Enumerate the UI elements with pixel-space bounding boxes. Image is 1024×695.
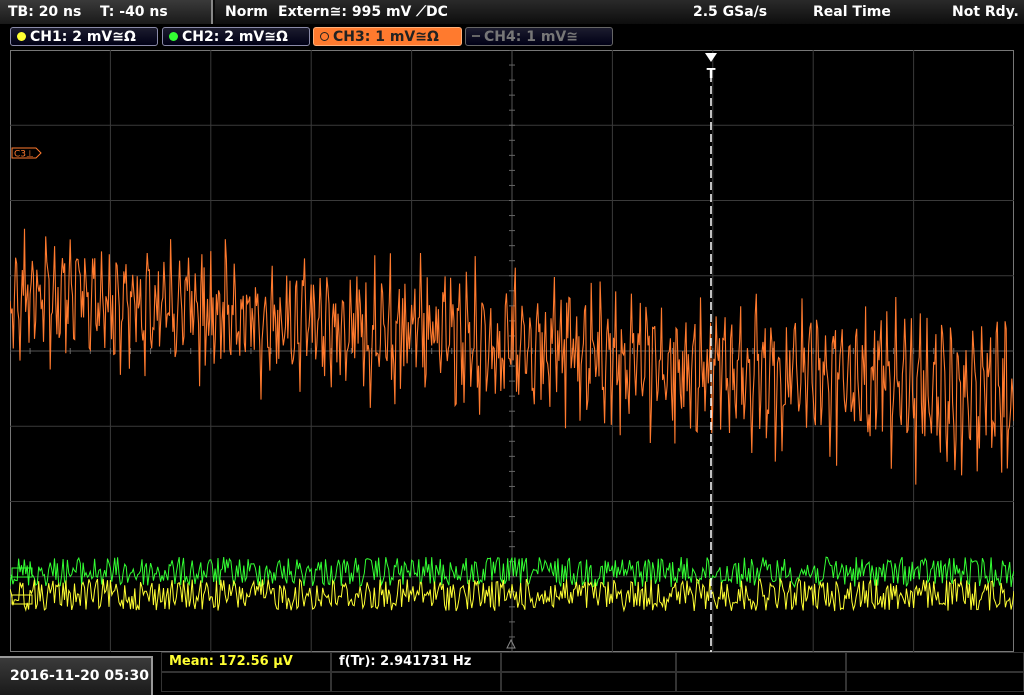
timebase-readout[interactable]: TB: 20 ns xyxy=(8,0,81,24)
status-bar: TB: 20 ns T: -40 ns Norm Extern≅: 995 mV… xyxy=(0,0,1024,24)
channel-2-button[interactable]: CH2: 2 mV≅Ω xyxy=(162,27,310,46)
trigger-mode[interactable]: Norm xyxy=(225,0,268,24)
mean-measurement[interactable]: Mean: 172.56 µV xyxy=(169,654,293,669)
measurement-cell xyxy=(501,672,676,692)
datetime-panel: 2016-11-20 05:30 xyxy=(0,656,153,695)
measurement-cell xyxy=(846,672,1024,692)
channel-4-label: CH4: 1 mV≅ xyxy=(484,29,578,45)
measurement-panel[interactable]: Mean: 172.56 µV f(Tr): 2.941731 Hz xyxy=(161,652,1024,695)
measurement-cell xyxy=(331,672,501,692)
measurement-cell xyxy=(676,672,846,692)
channel-bar: CH1: 2 mV≅Ω CH2: 2 mV≅Ω CH3: 1 mV≅Ω CH4:… xyxy=(0,24,1024,50)
sample-rate[interactable]: 2.5 GSa/s xyxy=(693,0,767,24)
trigger-time-readout[interactable]: T: -40 ns xyxy=(100,0,168,24)
measurement-cell xyxy=(846,652,1024,672)
trigger-source[interactable]: Extern≅: 995 mV ⟋DC xyxy=(278,0,448,24)
timebase-panel[interactable]: TB: 20 ns T: -40 ns xyxy=(0,0,213,24)
measurement-cell xyxy=(676,652,846,672)
waveform-display[interactable]: C3⊥ T xyxy=(10,50,1014,652)
bottom-bar: 2016-11-20 05:30 Mean: 172.56 µV f(Tr): … xyxy=(0,652,1024,695)
channel-1-button[interactable]: CH1: 2 mV≅Ω xyxy=(10,27,158,46)
datetime: 2016-11-20 05:30 xyxy=(10,668,149,684)
channel-3-indicator-icon xyxy=(320,32,329,41)
channel-4-indicator-icon xyxy=(472,35,480,37)
acquisition-mode[interactable]: Real Time xyxy=(813,0,891,24)
channel-3-label: CH3: 1 mV≅Ω xyxy=(333,29,439,45)
channel-1-label: CH1: 2 mV≅Ω xyxy=(30,29,136,45)
frequency-measurement[interactable]: f(Tr): 2.941731 Hz xyxy=(339,654,471,669)
channel-2-indicator-icon xyxy=(169,32,178,41)
channel-3-button[interactable]: CH3: 1 mV≅Ω xyxy=(313,27,462,46)
measurement-cell xyxy=(501,652,676,672)
channel-3-offset-marker[interactable]: C3⊥ xyxy=(11,147,42,160)
acquisition-panel: Norm Extern≅: 995 mV ⟋DC 2.5 GSa/s Real … xyxy=(215,0,1024,24)
channel-1-indicator-icon xyxy=(17,32,26,41)
trigger-marker-label: T xyxy=(707,67,716,82)
channel-4-button[interactable]: CH4: 1 mV≅ xyxy=(465,27,613,46)
run-status: Not Rdy. xyxy=(952,4,1019,20)
channel-3-marker-label: C3⊥ xyxy=(14,150,34,160)
channel-2-label: CH2: 2 mV≅Ω xyxy=(182,29,288,45)
measurement-cell xyxy=(161,672,331,692)
